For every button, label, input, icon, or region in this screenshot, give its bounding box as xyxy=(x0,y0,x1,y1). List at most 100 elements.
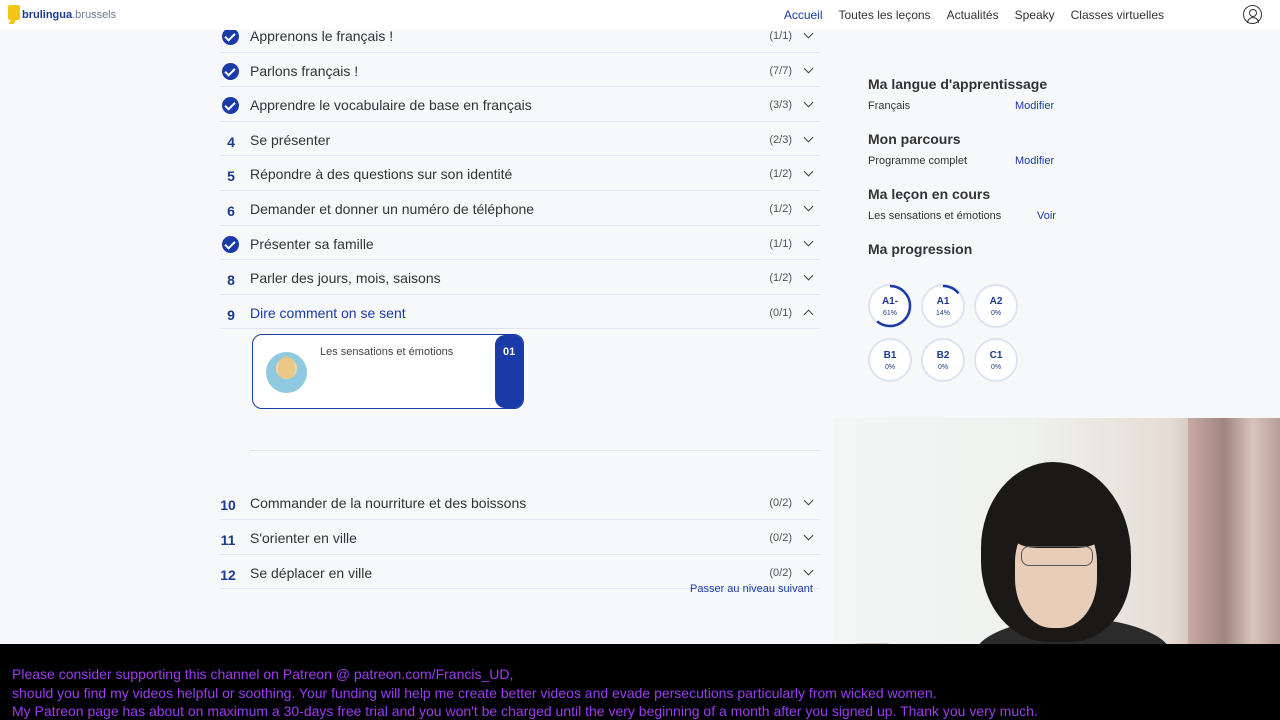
webcam-overlay xyxy=(833,418,1280,676)
level-percent: 14% xyxy=(935,310,950,317)
current-lesson-heading: Ma leçon en cours xyxy=(868,186,991,202)
lesson-row[interactable]: 10 Commander de la nourriture et des bois… xyxy=(220,485,820,520)
lesson-number: 5 xyxy=(227,168,235,185)
chevron-up-icon[interactable] xyxy=(803,309,814,320)
nav-speaky[interactable]: Speaky xyxy=(1015,8,1055,22)
path-value: Programme complet xyxy=(868,155,968,167)
lesson-row[interactable]: 5 Répondre à des questions sur son identi… xyxy=(220,156,820,191)
check-icon xyxy=(222,28,239,45)
lesson-number: 4 xyxy=(227,133,235,150)
lesson-title: Se déplacer en ville xyxy=(250,564,373,581)
chevron-down-icon[interactable] xyxy=(803,63,814,74)
lesson-number-badge: 01 xyxy=(495,335,523,408)
brulingua-logo[interactable]: brulingua.brussels xyxy=(8,3,116,21)
lesson-number: 10 xyxy=(220,497,236,514)
chevron-down-icon[interactable] xyxy=(803,28,814,39)
lesson-count: (0/2) xyxy=(769,497,792,510)
lesson-number: 9 xyxy=(227,306,235,323)
level-label: B2 xyxy=(936,350,950,361)
chevron-down-icon[interactable] xyxy=(803,201,814,212)
lesson-title: Répondre à des questions sur son identit… xyxy=(250,166,513,183)
lesson-number: 6 xyxy=(227,202,235,219)
lesson-count: (0/2) xyxy=(769,566,792,579)
nav-accueil[interactable]: Accueil xyxy=(784,8,823,22)
level-percent: 0% xyxy=(884,364,896,371)
lesson-row[interactable]: 6 Demander et donner un numéro de télépho… xyxy=(220,191,820,226)
chevron-down-icon[interactable] xyxy=(803,132,814,143)
sidebar: Ma langue d'apprentissage Français Modif… xyxy=(868,76,1068,274)
level-circle-a1[interactable]: A1 14% xyxy=(921,284,965,328)
nav-actualites[interactable]: Actualités xyxy=(947,8,999,22)
learning-language-block: Ma langue d'apprentissage Français Modif… xyxy=(868,76,1068,114)
nav-toutes-les-lecons[interactable]: Toutes les leçons xyxy=(839,8,931,22)
lesson-count: (7/7) xyxy=(769,64,792,77)
level-percent: 61% xyxy=(882,310,897,317)
lesson-title: Apprenons le français ! xyxy=(250,28,394,44)
level-circle-c1[interactable]: C1 0% xyxy=(974,338,1018,382)
lesson-count: (0/1) xyxy=(769,306,792,319)
level-percent: 0% xyxy=(990,364,1002,371)
lesson-title: Présenter sa famille xyxy=(250,235,374,252)
check-icon xyxy=(222,97,239,115)
lesson-count: (3/3) xyxy=(769,99,792,112)
logo-icon xyxy=(8,4,20,20)
banner-line-3: My Patreon page has about on maximum a 3… xyxy=(12,703,1038,719)
level-label: A1- xyxy=(881,296,899,307)
lesson-title: Commander de la nourriture et des boisso… xyxy=(250,495,527,512)
lesson-title: Dire comment on se sent xyxy=(250,304,406,321)
learning-language-value: Français xyxy=(868,100,911,112)
level-label: C1 xyxy=(989,350,1003,361)
banner-line-2: should you find my videos helpful or soo… xyxy=(12,685,937,701)
next-level-link[interactable]: Passer au niveau suivant xyxy=(690,583,813,595)
level-label: A2 xyxy=(989,296,1003,307)
nav-classes-virtuelles[interactable]: Classes virtuelles xyxy=(1071,8,1164,22)
main-nav: Accueil Toutes les leçons Actualités Spe… xyxy=(784,8,1164,22)
lesson-count: (1/1) xyxy=(769,30,792,42)
lesson-title: Parler des jours, mois, saisons xyxy=(250,270,441,287)
chevron-down-icon[interactable] xyxy=(803,97,814,108)
chevron-down-icon[interactable] xyxy=(803,236,814,247)
lesson-row[interactable]: 11 S'orienter en ville (0/2) xyxy=(220,520,820,555)
modify-path-link[interactable]: Modifier xyxy=(1015,155,1054,167)
level-percent: 0% xyxy=(937,364,949,371)
chevron-down-icon[interactable] xyxy=(803,530,814,541)
divider xyxy=(250,450,820,451)
lesson-count: (1/1) xyxy=(769,237,792,250)
lesson-row[interactable]: Apprendre le vocabulaire de base en fran… xyxy=(220,87,820,122)
current-lesson-value: Les sensations et émotions xyxy=(868,210,1002,222)
lesson-title: Parlons français ! xyxy=(250,62,359,79)
account-icon[interactable] xyxy=(1243,5,1262,24)
chevron-down-icon[interactable] xyxy=(803,565,814,575)
level-circle-a2[interactable]: A2 0% xyxy=(974,284,1018,328)
modify-language-link[interactable]: Modifier xyxy=(1015,100,1054,112)
lesson-title: Apprendre le vocabulaire de base en fran… xyxy=(250,97,532,114)
lesson-title: Demander et donner un numéro de téléphon… xyxy=(250,200,535,217)
level-circle-b1[interactable]: B1 0% xyxy=(868,338,912,382)
lesson-avatar xyxy=(266,352,307,393)
learning-language-heading: Ma langue d'apprentissage xyxy=(868,76,1048,92)
logo-domain-text: .brussels xyxy=(72,9,117,21)
lesson-row[interactable]: Parlons français ! (7/7) xyxy=(220,53,820,88)
lesson-count: (1/2) xyxy=(769,202,792,215)
lesson-row[interactable]: 9 Dire comment on se sent (0/1) xyxy=(220,295,820,330)
chevron-down-icon[interactable] xyxy=(803,495,814,506)
lesson-row[interactable]: Présenter sa famille (1/1) xyxy=(220,226,820,261)
lesson-list: Apprenons le français ! (1/1) Parlons fran… xyxy=(220,18,820,590)
chevron-down-icon[interactable] xyxy=(803,166,814,177)
banner-line-1: Please consider supporting this channel … xyxy=(12,666,514,682)
view-lesson-link[interactable]: Voir xyxy=(1037,210,1056,222)
patreon-banner: Please consider supporting this channel … xyxy=(0,644,1280,720)
lesson-row[interactable]: 8 Parler des jours, mois, saisons (1/2) xyxy=(220,260,820,295)
lesson-count: (1/2) xyxy=(769,272,792,285)
lesson-row[interactable]: 4 Se présenter (2/3) xyxy=(220,122,820,157)
level-percent: 0% xyxy=(990,310,1002,317)
lesson-count: (1/2) xyxy=(769,168,792,181)
level-label: B1 xyxy=(883,350,897,361)
level-circle-b2[interactable]: B2 0% xyxy=(921,338,965,382)
check-icon xyxy=(222,62,239,80)
level-circle-a1-minus[interactable]: A1- 61% xyxy=(868,284,912,328)
chevron-down-icon[interactable] xyxy=(803,270,814,281)
progress-heading: Ma progression xyxy=(868,241,973,257)
current-lesson-block: Ma leçon en cours Les sensations et émot… xyxy=(868,186,1068,224)
lesson-card[interactable]: Les sensations et émotions 01 xyxy=(252,334,524,409)
